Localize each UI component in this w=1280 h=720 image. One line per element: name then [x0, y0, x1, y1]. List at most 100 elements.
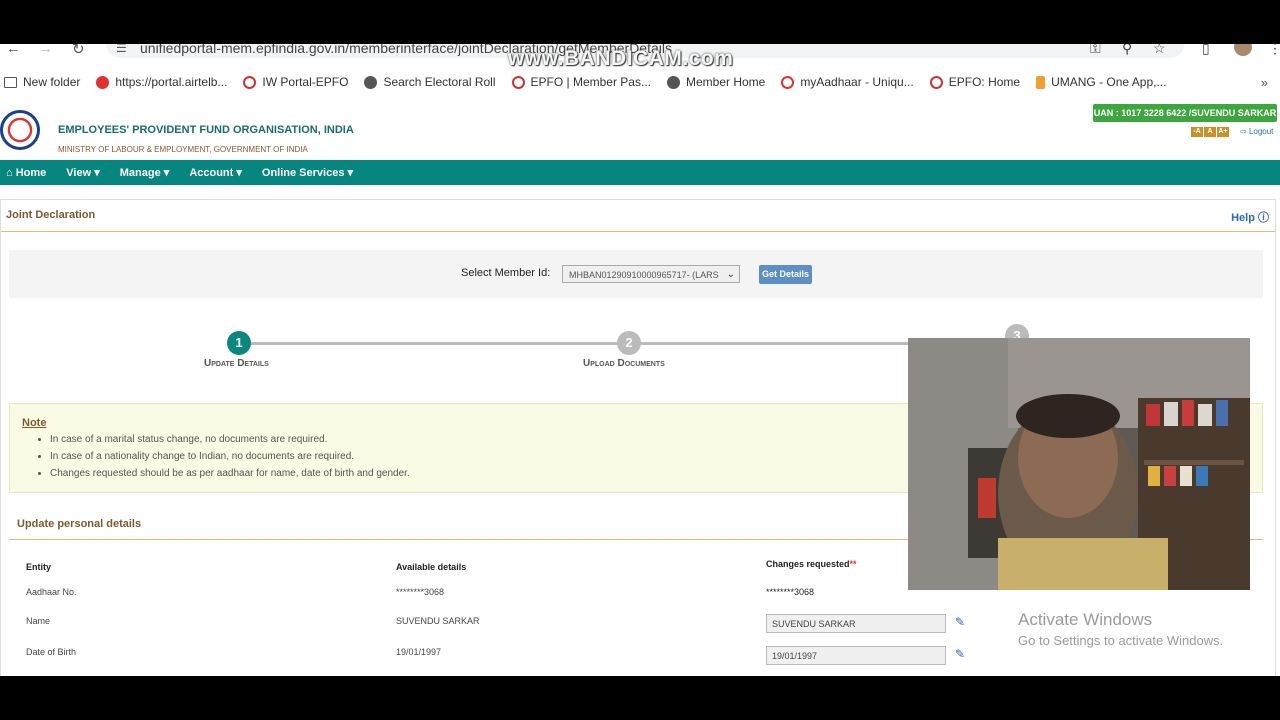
epfo-logo-icon — [511, 75, 525, 89]
row-aadhaar-entity: Aadhaar No. — [26, 587, 77, 597]
bookmark-item[interactable]: IW Portal-EPFO — [243, 75, 348, 89]
col-header-entity: Entity — [26, 562, 52, 572]
reload-icon[interactable]: ↻ — [72, 44, 85, 58]
webcam-feed-image — [908, 338, 1250, 590]
question-circle-icon: ⓘ — [1258, 212, 1269, 224]
member-select-area: Select Member Id: MHBAN01290910000965717… — [9, 250, 1263, 298]
bookmark-item[interactable]: myAadhaar - Uniqu... — [781, 75, 914, 89]
video-letterbox-bottom — [0, 676, 1280, 720]
caret-down-icon: ▾ — [163, 167, 170, 179]
key-icon[interactable]: ⚿ — [1090, 44, 1101, 57]
nav-home-label: Home — [15, 166, 47, 179]
bookmark-label: UMANG - One App,... — [1051, 75, 1167, 89]
epfo-logo — [0, 110, 40, 150]
epfo-logo-icon — [929, 75, 943, 89]
row-aadhaar-available: ********3068 — [396, 587, 445, 597]
umang-icon — [1036, 75, 1046, 89]
col-header-changes: Changes requested** — [766, 559, 857, 569]
caret-down-icon: ▾ — [94, 167, 100, 179]
profile-avatar[interactable] — [1234, 44, 1252, 56]
bookmark-label: New folder — [23, 75, 81, 89]
section-title: Update personal details — [17, 518, 142, 530]
bookmark-item[interactable]: Search Electoral Roll — [364, 75, 496, 89]
bookmark-label: EPFO | Member Pas... — [530, 75, 651, 89]
font-normal-button[interactable]: A — [1204, 127, 1216, 137]
panel-title: Joint Declaration — [6, 209, 96, 221]
bookmark-item[interactable]: EPFO | Member Pas... — [511, 75, 651, 89]
home-icon: ⌂ — [6, 166, 13, 179]
back-icon[interactable]: ← — [6, 44, 21, 57]
member-id-select[interactable]: MHBAN01290910000965717- (LARS ⌄ — [562, 265, 740, 283]
uan-badge: UAN : 1017 3228 6422 /SUVENDU SARKAR — [1093, 104, 1277, 122]
bookmark-label: https://portal.airtelb... — [115, 75, 228, 89]
search-icon[interactable]: ⚲ — [1122, 44, 1132, 57]
bookmark-item[interactable]: EPFO: Home — [929, 75, 1021, 89]
note-title: Note — [22, 417, 47, 429]
nav-manage[interactable]: Manage ▾ — [120, 166, 170, 179]
nav-online-services[interactable]: Online Services ▾ — [262, 166, 353, 179]
divider — [1, 231, 1275, 232]
video-letterbox-top — [0, 0, 1280, 44]
caret-down-icon: ▾ — [236, 167, 242, 179]
row-name-entity: Name — [26, 616, 51, 626]
activate-windows-watermark: Activate Windows Go to Settings to activ… — [1018, 610, 1223, 648]
edit-pencil-icon[interactable]: ✎ — [955, 615, 965, 629]
edit-pencil-icon[interactable]: ✎ — [955, 647, 965, 661]
recorder-watermark: www.BANDICAM.com — [508, 47, 734, 70]
logout-link[interactable]: ⇨ Logout — [1240, 127, 1273, 136]
col-header-changes-label: Changes requested — [766, 559, 850, 569]
member-id-label: Select Member Id: — [461, 267, 551, 279]
font-size-controls: -A A A+ — [1191, 127, 1229, 137]
sidebar-icon[interactable]: ▯ — [1202, 44, 1210, 57]
required-mark: ** — [849, 559, 857, 569]
site-info-icon[interactable]: ☰ — [116, 44, 127, 55]
bookmark-star-icon[interactable]: ☆ — [1153, 44, 1166, 57]
airtel-icon — [96, 75, 110, 89]
bookmark-item[interactable]: Member Home — [666, 75, 765, 89]
bookmark-item[interactable]: UMANG - One App,... — [1036, 75, 1166, 89]
help-label: Help — [1231, 212, 1255, 224]
bookmarks-bar: New folder https://portal.airtelb... IW … — [0, 70, 1280, 94]
row-dob-available: 19/01/1997 — [396, 647, 442, 657]
nav-view-label: View — [66, 167, 92, 179]
globe-icon — [364, 75, 378, 89]
logout-label: Logout — [1248, 127, 1274, 136]
bookmark-item[interactable]: https://portal.airtelb... — [96, 75, 227, 89]
font-decrease-button[interactable]: -A — [1191, 127, 1203, 137]
folder-icon — [4, 76, 17, 88]
note-item: In case of a nationality change to India… — [50, 451, 410, 462]
forward-icon[interactable]: → — [38, 44, 53, 57]
bookmark-label: myAadhaar - Uniqu... — [800, 75, 914, 89]
activate-title: Activate Windows — [1018, 610, 1153, 629]
bookmark-item[interactable]: New folder — [4, 75, 80, 89]
screen: ← → ↻ ☰ unifiedportal-mem.epfindia.gov.i… — [0, 44, 1280, 676]
help-link[interactable]: Help ⓘ — [1231, 209, 1269, 225]
member-id-value: MHBAN01290910000965717- (LARS — [569, 270, 719, 280]
step-2-label: Upload Documents — [583, 358, 665, 369]
name-input[interactable]: SUVENDU SARKAR — [766, 614, 946, 633]
get-details-button[interactable]: Get Details — [759, 265, 812, 284]
main-nav: ⌂ Home View ▾ Manage ▾ Account ▾ Online … — [0, 160, 1280, 185]
step-2-circle: 2 — [617, 331, 641, 355]
activate-subtitle: Go to Settings to activate Windows. — [1018, 633, 1224, 648]
nav-account[interactable]: Account ▾ — [189, 166, 242, 179]
font-increase-button[interactable]: A+ — [1217, 127, 1229, 137]
bookmark-label: EPFO: Home — [948, 75, 1021, 89]
row-aadhaar-changes: ********3068 — [766, 587, 815, 597]
row-dob-entity: Date of Birth — [26, 647, 77, 657]
nav-online-services-label: Online Services — [261, 167, 345, 179]
note-item: Changes requested should be as per aadha… — [50, 468, 410, 479]
bookmarks-overflow-icon[interactable]: » — [1261, 75, 1268, 90]
nav-account-label: Account — [189, 167, 234, 179]
nav-home[interactable]: ⌂ Home — [6, 167, 46, 179]
epfo-logo-icon — [243, 75, 257, 89]
step-1-circle: 1 — [227, 331, 251, 355]
org-subtitle: MINISTRY OF LABOUR & EMPLOYMENT, GOVERNM… — [58, 145, 308, 154]
dob-input[interactable]: 19/01/1997 — [766, 646, 946, 665]
note-item: In case of a marital status change, no d… — [50, 434, 410, 445]
row-name-available: SUVENDU SARKAR — [396, 616, 480, 626]
nav-view[interactable]: View ▾ — [66, 166, 99, 179]
menu-kebab-icon[interactable]: ⋮ — [1268, 44, 1280, 57]
bookmark-label: Search Electoral Roll — [383, 75, 496, 89]
globe-icon — [666, 75, 680, 89]
